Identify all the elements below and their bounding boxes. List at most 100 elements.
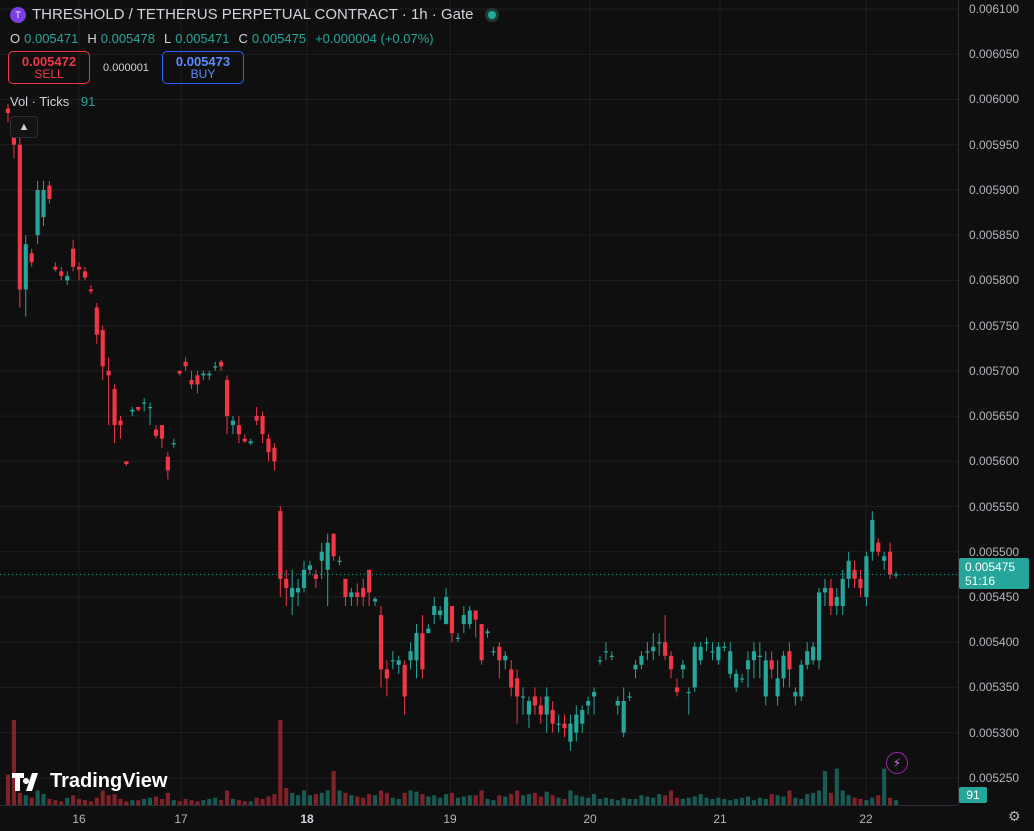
candle-body	[609, 655, 614, 657]
close-value: 0.005475	[251, 31, 307, 46]
candle-body	[645, 651, 650, 653]
chart-plot-area[interactable]	[0, 0, 958, 805]
candle-body	[372, 598, 378, 602]
x-tick-label: 21	[713, 812, 727, 826]
volume-bar	[674, 797, 680, 805]
volume-bar	[467, 795, 472, 805]
candle-body	[71, 248, 76, 267]
sell-label: SELL	[34, 66, 64, 81]
candle-body	[497, 646, 502, 661]
volume-bar	[822, 771, 828, 805]
volume-bar	[645, 796, 650, 805]
candle-body	[248, 441, 253, 444]
volume-bar	[532, 792, 537, 805]
lightning-icon[interactable]: ⚡	[886, 752, 908, 774]
volume-bar	[852, 797, 857, 805]
volume-bar	[319, 792, 324, 805]
volume-legend-label: Vol · Ticks	[10, 94, 70, 109]
spread-value: 0.000001	[103, 61, 149, 74]
candle-body	[520, 696, 526, 698]
candle-body	[888, 551, 893, 575]
x-tick-label: 22	[859, 812, 873, 826]
volume-bar	[94, 797, 99, 805]
candle-body	[846, 560, 851, 579]
volume-tag: 91	[959, 787, 987, 803]
candle-body	[426, 628, 431, 634]
candle-body	[343, 578, 348, 597]
y-tick-label: 0.005950	[969, 137, 1020, 152]
candle-body	[651, 646, 656, 652]
tradingview-watermark[interactable]: TradingView	[12, 770, 167, 793]
collapse-chevron-up-icon[interactable]: ▲	[10, 116, 38, 138]
volume-bar	[515, 790, 520, 805]
y-tick-label: 0.005800	[969, 273, 1020, 288]
volume-bar	[71, 795, 76, 805]
buy-button[interactable]: 0.005473 BUY	[162, 51, 244, 84]
candle-body	[88, 289, 93, 292]
candle-body	[781, 655, 786, 679]
candle-body	[53, 266, 58, 270]
volume-bar	[331, 771, 336, 805]
y-tick-label: 0.005350	[969, 680, 1020, 695]
candle-body	[384, 669, 389, 679]
candle-body	[698, 646, 703, 661]
volume-legend[interactable]: Vol · Ticks 91	[10, 94, 95, 109]
bar-countdown: 51:16	[965, 574, 996, 588]
low-value: 0.005471	[175, 31, 230, 46]
candle-body	[100, 330, 105, 367]
volume-bar	[402, 792, 407, 805]
tradingview-logo-icon	[12, 772, 38, 791]
candle-body	[361, 587, 366, 597]
candlestick-chart[interactable]	[0, 0, 958, 805]
volume-bar	[272, 794, 277, 805]
volume-bar	[165, 792, 170, 805]
candle-body	[449, 606, 455, 634]
candle-body	[769, 660, 774, 670]
candle-body	[130, 409, 135, 412]
buy-price: 0.005473	[175, 53, 231, 69]
high-value: 0.005478	[100, 31, 155, 46]
volume-bar	[811, 792, 816, 805]
price-axis[interactable]: 0.006100 0.006050 0.006000 0.005950 0.005900…	[958, 0, 1034, 805]
volume-bar	[574, 795, 579, 805]
volume-bar	[497, 795, 502, 805]
volume-bar	[23, 795, 28, 805]
candle-body	[745, 660, 751, 670]
candle-body	[597, 660, 603, 662]
volume-bar	[106, 795, 111, 805]
volume-bar	[384, 792, 389, 805]
candle-body	[467, 610, 472, 625]
volume-bar	[41, 794, 46, 805]
candle-body	[799, 664, 804, 697]
time-axis[interactable]: 16 17 18 19 20 21 22	[0, 805, 958, 831]
volume-bar	[254, 797, 259, 805]
symbol-title[interactable]: THRESHOLD / TETHERUS PERPETUAL CONTRACT …	[32, 6, 473, 23]
volume-bar	[526, 794, 532, 805]
candle-body	[408, 651, 413, 661]
candle-body	[23, 244, 28, 290]
candle-body	[414, 633, 419, 661]
candle-body	[479, 624, 484, 661]
candle-body	[580, 710, 585, 724]
volume-bar	[473, 795, 478, 805]
volume-bar	[343, 792, 348, 805]
volume-bar	[580, 796, 585, 805]
candle-body	[420, 633, 425, 670]
y-tick-label: 0.005500	[969, 544, 1020, 559]
candle-body	[396, 660, 401, 665]
sell-button[interactable]: 0.005472 SELL	[8, 51, 90, 84]
volume-bar	[213, 797, 218, 805]
candle-body	[432, 606, 437, 616]
candle-body	[485, 631, 490, 634]
volume-bar	[367, 794, 372, 805]
gear-icon[interactable]: ⚙	[1008, 808, 1021, 825]
y-tick-label: 0.005750	[969, 318, 1020, 333]
candle-body	[236, 425, 241, 435]
volume-bar	[301, 790, 307, 805]
symbol-legend: T THRESHOLD / TETHERUS PERPETUAL CONTRAC…	[10, 6, 500, 23]
candle-body	[438, 610, 443, 616]
candle-body	[716, 646, 721, 661]
open-label: O	[10, 31, 21, 46]
candle-body	[710, 651, 715, 653]
candle-body	[41, 189, 46, 218]
